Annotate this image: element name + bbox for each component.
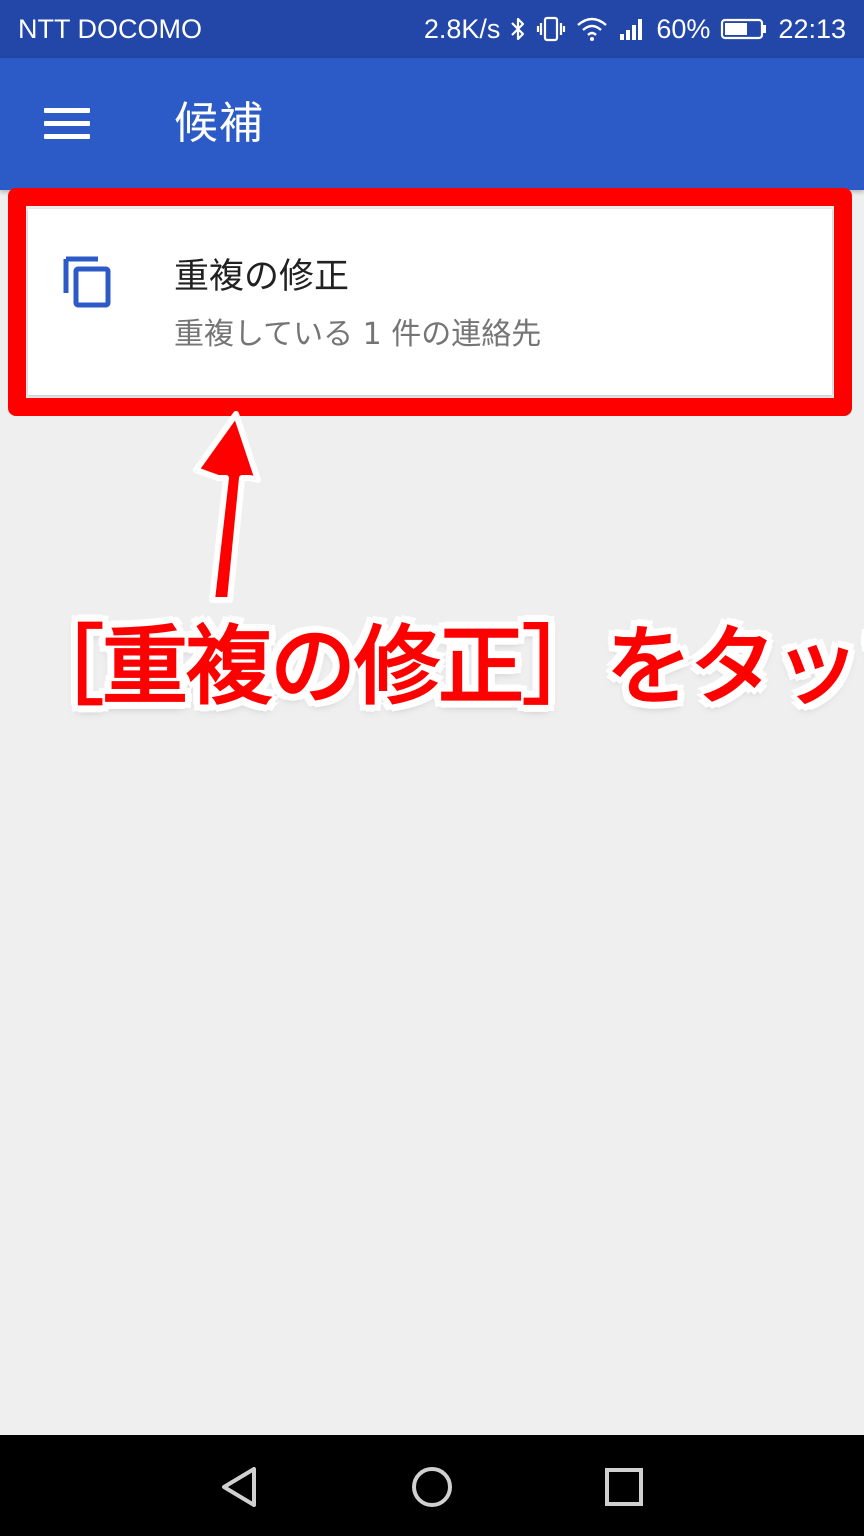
carrier-name: NTT DOCOMO xyxy=(18,13,202,44)
fix-duplicates-card[interactable]: 重複の修正 重複している 1 件の連絡先 xyxy=(28,209,832,395)
menu-icon-line xyxy=(44,121,90,126)
bluetooth-icon xyxy=(510,16,526,42)
annotation-text: ［重複の修正］をタップ xyxy=(18,617,864,717)
vibrate-icon xyxy=(536,16,566,42)
card-title: 重複の修正 xyxy=(174,257,350,297)
home-icon[interactable] xyxy=(408,1463,456,1511)
clock: 22:13 xyxy=(778,13,846,44)
status-right: 2.8K/s 60% 22:13 xyxy=(424,14,846,45)
signal-icon xyxy=(618,16,646,42)
wifi-icon xyxy=(576,16,608,42)
network-speed: 2.8K/s xyxy=(423,13,501,44)
card-subtitle: 重複している 1 件の連絡先 xyxy=(174,317,542,352)
recent-apps-icon[interactable] xyxy=(600,1463,648,1511)
page-title: 候補 xyxy=(174,98,264,149)
menu-icon-line xyxy=(44,134,90,139)
screen: NTT DOCOMO 2.8K/s 60% 22:13 候補 重複の修正 重複し… xyxy=(0,0,864,1536)
copy-icon xyxy=(62,255,114,309)
menu-icon[interactable] xyxy=(44,106,90,140)
status-left: NTT DOCOMO xyxy=(18,14,202,45)
battery-percent: 60% xyxy=(656,13,711,44)
battery-icon xyxy=(720,16,768,42)
navigation-bar xyxy=(0,1435,864,1536)
status-bar: NTT DOCOMO 2.8K/s 60% 22:13 xyxy=(0,0,864,58)
menu-icon-line xyxy=(44,108,90,113)
back-icon[interactable] xyxy=(216,1463,264,1511)
app-bar: 候補 xyxy=(0,58,864,190)
